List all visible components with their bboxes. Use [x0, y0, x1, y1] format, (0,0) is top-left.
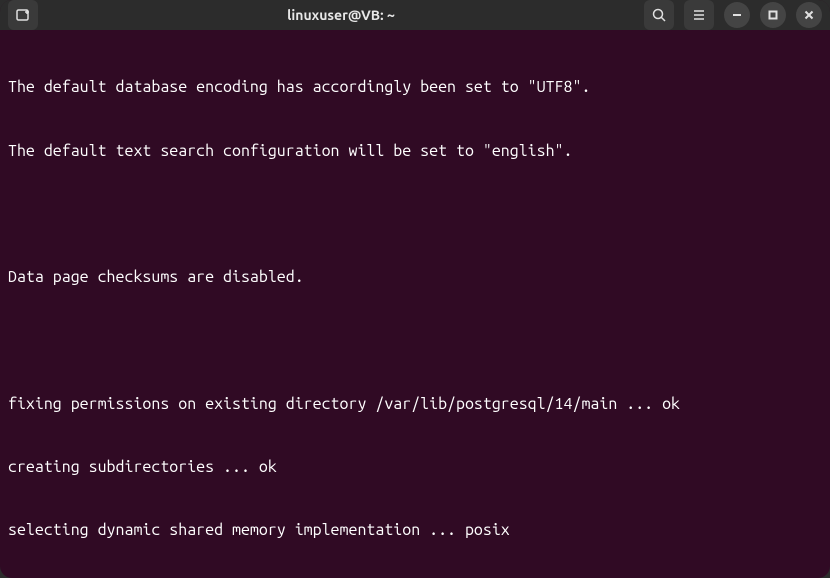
output-blank: [8, 204, 822, 225]
output-line: The default database encoding has accord…: [8, 77, 822, 98]
window-title: linuxuser@VB: ~: [46, 7, 636, 23]
output-line: fixing permissions on existing directory…: [8, 394, 822, 415]
output-line: Data page checksums are disabled.: [8, 267, 822, 288]
search-button[interactable]: [644, 0, 674, 30]
close-icon: [803, 9, 815, 21]
output-line: The default text search configuration wi…: [8, 141, 822, 162]
hamburger-menu-button[interactable]: [684, 0, 714, 30]
output-line: selecting dynamic shared memory implemen…: [8, 520, 822, 541]
new-tab-icon: [15, 7, 31, 23]
close-button[interactable]: [796, 2, 822, 28]
search-icon: [651, 7, 667, 23]
terminal-content[interactable]: The default database encoding has accord…: [0, 30, 830, 578]
hamburger-icon: [691, 7, 707, 23]
output-blank: [8, 330, 822, 351]
minimize-icon: [731, 9, 743, 21]
new-tab-button[interactable]: [8, 0, 38, 30]
terminal-window: linuxuser@VB: ~: [0, 0, 830, 578]
titlebar-left-controls: [8, 0, 38, 30]
titlebar: linuxuser@VB: ~: [0, 0, 830, 30]
titlebar-right-controls: [644, 0, 822, 30]
minimize-button[interactable]: [724, 2, 750, 28]
output-line: creating subdirectories ... ok: [8, 457, 822, 478]
maximize-button[interactable]: [760, 2, 786, 28]
maximize-icon: [767, 9, 779, 21]
